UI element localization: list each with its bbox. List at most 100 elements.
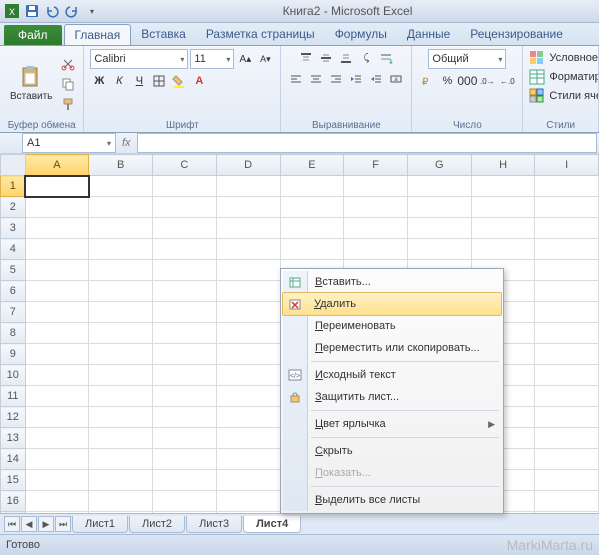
save-icon[interactable] bbox=[24, 3, 40, 19]
cell-I12[interactable] bbox=[535, 407, 599, 428]
decrease-indent-icon[interactable] bbox=[347, 70, 365, 88]
align-top-icon[interactable] bbox=[297, 49, 315, 67]
cell-A4[interactable] bbox=[25, 239, 89, 260]
cell-D17[interactable] bbox=[216, 512, 280, 514]
cell-F4[interactable] bbox=[344, 239, 408, 260]
font-size-combo[interactable]: 11▾ bbox=[190, 49, 234, 69]
align-bottom-icon[interactable] bbox=[337, 49, 355, 67]
row-header-1[interactable]: 1 bbox=[1, 176, 26, 197]
cell-C14[interactable] bbox=[153, 449, 217, 470]
formula-bar[interactable] bbox=[137, 133, 597, 153]
cell-D10[interactable] bbox=[216, 365, 280, 386]
cm-item-1[interactable]: Удалить bbox=[282, 292, 502, 316]
cell-styles-button[interactable]: Стили ячеек▾ bbox=[529, 87, 599, 105]
cell-C13[interactable] bbox=[153, 428, 217, 449]
cell-I8[interactable] bbox=[535, 323, 599, 344]
cell-C7[interactable] bbox=[153, 302, 217, 323]
sheet-nav-prev-icon[interactable]: ◀ bbox=[21, 516, 37, 532]
shrink-font-icon[interactable]: A▾ bbox=[256, 50, 274, 68]
increase-indent-icon[interactable] bbox=[367, 70, 385, 88]
row-header-17[interactable]: 17 bbox=[1, 512, 26, 514]
cell-I7[interactable] bbox=[535, 302, 599, 323]
cell-E4[interactable] bbox=[280, 239, 344, 260]
row-header-4[interactable]: 4 bbox=[1, 239, 26, 260]
cell-I16[interactable] bbox=[535, 491, 599, 512]
cm-item-7[interactable]: Скрыть bbox=[283, 440, 501, 462]
row-header-14[interactable]: 14 bbox=[1, 449, 26, 470]
align-center-icon[interactable] bbox=[307, 70, 325, 88]
paste-button[interactable]: Вставить bbox=[6, 63, 56, 104]
cell-I11[interactable] bbox=[535, 386, 599, 407]
cell-D13[interactable] bbox=[216, 428, 280, 449]
cell-D2[interactable] bbox=[216, 197, 280, 218]
cell-D8[interactable] bbox=[216, 323, 280, 344]
cell-B1[interactable] bbox=[89, 176, 153, 197]
file-tab[interactable]: Файл bbox=[4, 25, 62, 45]
fx-label[interactable]: fx bbox=[122, 137, 131, 149]
cell-A15[interactable] bbox=[25, 470, 89, 491]
copy-icon[interactable] bbox=[59, 75, 77, 93]
fill-color-icon[interactable] bbox=[170, 72, 188, 90]
cell-D12[interactable] bbox=[216, 407, 280, 428]
cell-C8[interactable] bbox=[153, 323, 217, 344]
cell-B13[interactable] bbox=[89, 428, 153, 449]
cell-B14[interactable] bbox=[89, 449, 153, 470]
qat-customize-icon[interactable]: ▾ bbox=[84, 3, 100, 19]
number-format-combo[interactable]: Общий▾ bbox=[428, 49, 506, 69]
sheet-tab-3[interactable]: Лист4 bbox=[243, 516, 301, 533]
cell-I9[interactable] bbox=[535, 344, 599, 365]
col-header-H[interactable]: H bbox=[471, 155, 535, 176]
align-middle-icon[interactable] bbox=[317, 49, 335, 67]
redo-icon[interactable] bbox=[64, 3, 80, 19]
cell-B15[interactable] bbox=[89, 470, 153, 491]
cell-D14[interactable] bbox=[216, 449, 280, 470]
cell-A16[interactable] bbox=[25, 491, 89, 512]
cell-A1[interactable] bbox=[25, 176, 89, 197]
sheet-nav-first-icon[interactable]: ⏮ bbox=[4, 516, 20, 532]
cell-E2[interactable] bbox=[280, 197, 344, 218]
cell-B9[interactable] bbox=[89, 344, 153, 365]
row-header-11[interactable]: 11 bbox=[1, 386, 26, 407]
tab-1[interactable]: Вставка bbox=[131, 24, 196, 45]
cell-B17[interactable] bbox=[89, 512, 153, 514]
cell-C6[interactable] bbox=[153, 281, 217, 302]
cm-item-9[interactable]: Выделить все листы bbox=[283, 489, 501, 511]
cell-D5[interactable] bbox=[216, 260, 280, 281]
cell-D16[interactable] bbox=[216, 491, 280, 512]
cell-C15[interactable] bbox=[153, 470, 217, 491]
comma-icon[interactable]: 000 bbox=[458, 72, 476, 90]
percent-icon[interactable]: % bbox=[438, 72, 456, 90]
cell-B12[interactable] bbox=[89, 407, 153, 428]
cell-I15[interactable] bbox=[535, 470, 599, 491]
col-header-E[interactable]: E bbox=[280, 155, 344, 176]
col-header-I[interactable]: I bbox=[535, 155, 599, 176]
sheet-nav-last-icon[interactable]: ⏭ bbox=[55, 516, 71, 532]
cell-C1[interactable] bbox=[153, 176, 217, 197]
decrease-decimal-icon[interactable]: ←.0 bbox=[498, 72, 516, 90]
cm-item-3[interactable]: Переместить или скопировать... bbox=[283, 337, 501, 359]
cell-B11[interactable] bbox=[89, 386, 153, 407]
cell-B7[interactable] bbox=[89, 302, 153, 323]
cm-item-5[interactable]: Защитить лист... bbox=[283, 386, 501, 408]
cell-C12[interactable] bbox=[153, 407, 217, 428]
cell-G4[interactable] bbox=[407, 239, 471, 260]
sheet-tab-2[interactable]: Лист3 bbox=[186, 516, 242, 533]
name-box[interactable]: A1▾ bbox=[22, 133, 116, 153]
cell-F2[interactable] bbox=[344, 197, 408, 218]
row-header-10[interactable]: 10 bbox=[1, 365, 26, 386]
cell-D7[interactable] bbox=[216, 302, 280, 323]
cell-A14[interactable] bbox=[25, 449, 89, 470]
row-header-7[interactable]: 7 bbox=[1, 302, 26, 323]
grow-font-icon[interactable]: A▴ bbox=[236, 50, 254, 68]
cell-E3[interactable] bbox=[280, 218, 344, 239]
font-name-combo[interactable]: Calibri▾ bbox=[90, 49, 188, 69]
conditional-format-button[interactable]: Условное форматиро bbox=[529, 49, 599, 67]
cell-C3[interactable] bbox=[153, 218, 217, 239]
cell-D4[interactable] bbox=[216, 239, 280, 260]
tab-4[interactable]: Данные bbox=[397, 24, 460, 45]
font-color-icon[interactable]: A bbox=[190, 72, 208, 90]
cell-I13[interactable] bbox=[535, 428, 599, 449]
cell-G3[interactable] bbox=[407, 218, 471, 239]
cell-H2[interactable] bbox=[471, 197, 535, 218]
cut-icon[interactable] bbox=[59, 55, 77, 73]
